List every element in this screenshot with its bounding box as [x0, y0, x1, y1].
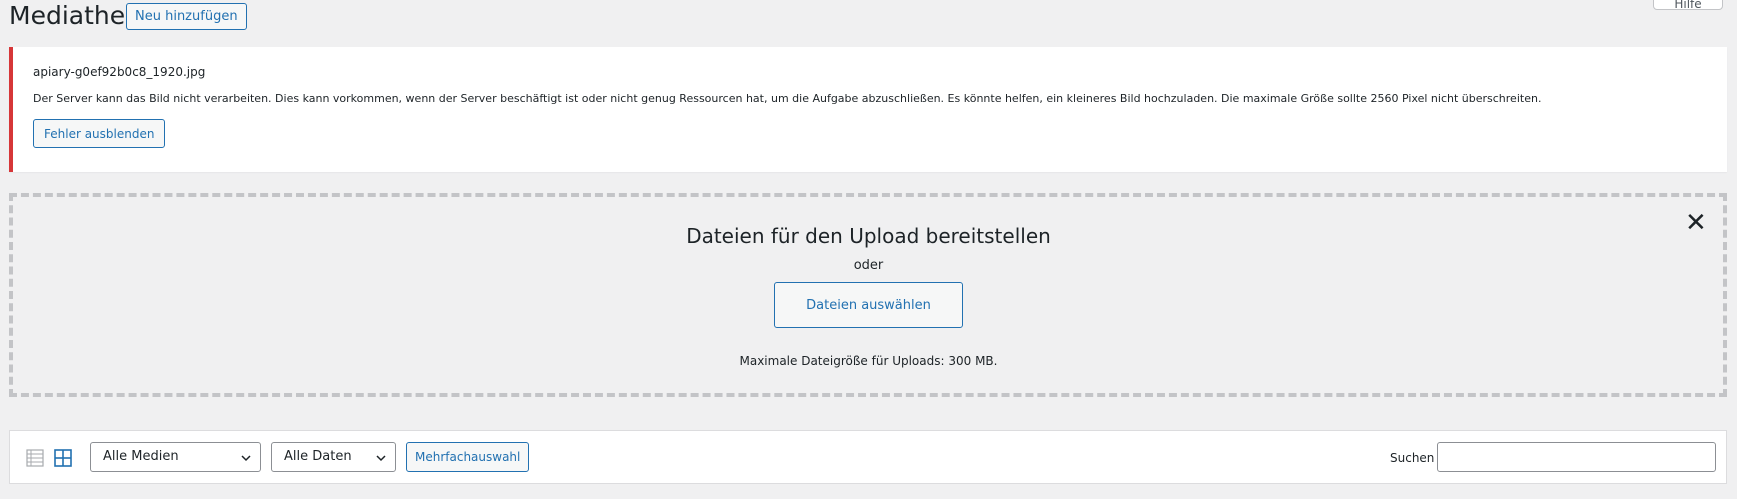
page-title: Mediathek	[9, 1, 140, 30]
error-notice: apiary-g0ef92b0c8_1920.jpg Der Server ka…	[9, 47, 1727, 172]
media-type-filter-value: Alle Medien	[103, 449, 179, 464]
grid-view-icon[interactable]	[54, 449, 72, 467]
chevron-down-icon	[241, 455, 251, 462]
date-filter-value: Alle Daten	[284, 449, 352, 464]
help-tab[interactable]: Hilfe	[1653, 0, 1723, 11]
list-view-icon[interactable]	[26, 449, 44, 467]
add-new-button[interactable]: Neu hinzufügen	[126, 3, 247, 30]
media-type-filter[interactable]: Alle Medien	[90, 442, 261, 472]
dropzone-title: Dateien für den Upload bereitstellen	[686, 224, 1051, 248]
search-input[interactable]	[1437, 442, 1716, 472]
select-files-button[interactable]: Dateien auswählen	[774, 282, 963, 328]
notice-filename: apiary-g0ef92b0c8_1920.jpg	[33, 65, 206, 79]
dropzone-or: oder	[853, 258, 884, 273]
bulk-select-button[interactable]: Mehrfachauswahl	[406, 442, 530, 472]
search-label: Suchen	[1390, 451, 1435, 465]
notice-message: Der Server kann das Bild nicht verarbeit…	[33, 92, 1542, 105]
max-upload-size: Maximale Dateigröße für Uploads: 300 MB.	[739, 354, 998, 368]
date-filter[interactable]: Alle Daten	[271, 442, 396, 472]
chevron-down-icon	[376, 455, 386, 462]
dismiss-errors-button[interactable]: Fehler ausblenden	[33, 119, 166, 148]
